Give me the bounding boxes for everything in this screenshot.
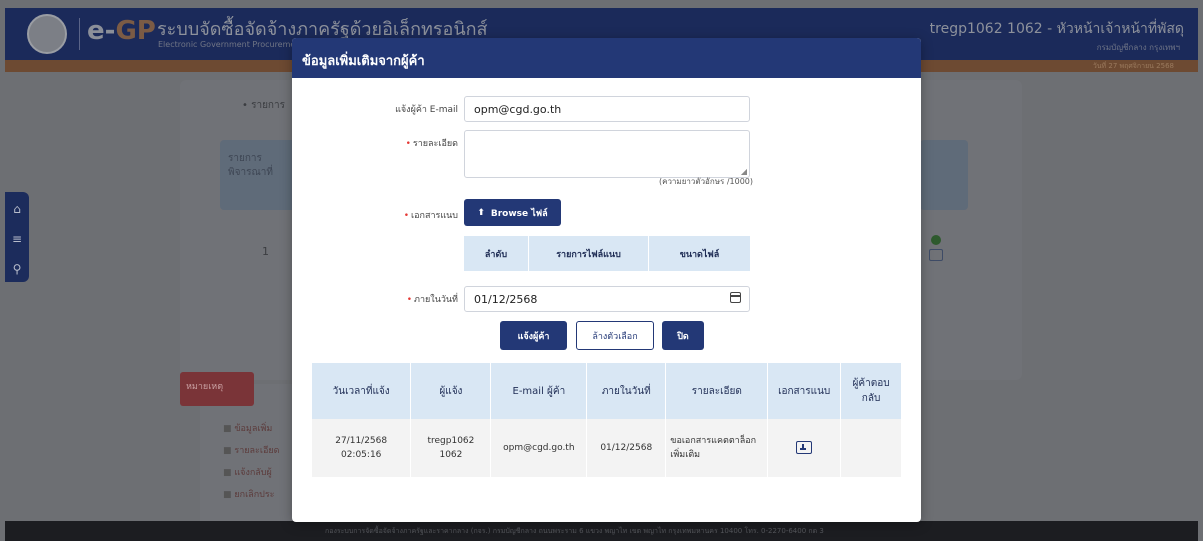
cell-vendor-reply xyxy=(840,419,901,477)
email-field[interactable]: opm@cgd.go.th xyxy=(464,96,750,122)
calendar-icon[interactable] xyxy=(730,292,741,303)
col-vendor-email: E-mail ผู้ค้า xyxy=(490,363,588,419)
col-vendor-reply: ผู้ค้าตอบกลับ xyxy=(840,363,901,419)
search-icon[interactable]: ⚲ xyxy=(5,256,29,282)
detail-textarea[interactable]: ◢ xyxy=(464,130,750,178)
cell-detail: ขอเอกสารแคตตาล็อกเพิ่มเติม xyxy=(665,419,769,477)
menu-icon[interactable]: ≡ xyxy=(5,226,29,252)
background-table-header-right xyxy=(920,140,968,210)
email-label: แจ้งผู้ค้า E-mail xyxy=(395,105,458,115)
cell-vendor-email: opm@cgd.go.th xyxy=(490,419,588,477)
col-datetime: วันเวลาที่แจ้ง xyxy=(312,363,412,419)
modal-title: ข้อมูลเพิ่มเติมจากผู้ค้า xyxy=(292,38,921,78)
side-nav: ⌂ ≡ ⚲ xyxy=(5,192,29,282)
upload-icon: ⬆ xyxy=(477,207,485,218)
detail-char-count: (ความยาวตัวอักษร /1000) xyxy=(658,177,753,186)
close-button[interactable]: ปิด xyxy=(662,321,704,350)
background-menu-item[interactable]: รายละเอียด xyxy=(223,440,279,462)
notify-vendor-button[interactable]: แจ้งผู้ค้า xyxy=(500,321,567,350)
col-detail: รายละเอียด xyxy=(665,363,769,419)
cell-within-date: 01/12/2568 xyxy=(586,419,667,477)
check-icon xyxy=(931,235,941,245)
col-attachment: เอกสารแนบ xyxy=(767,363,842,419)
file-table-col-files: รายการไฟล์แนบ xyxy=(529,236,649,271)
detail-label: • รายละเอียด xyxy=(405,139,458,149)
remarks-tab[interactable]: หมายเหตุ xyxy=(180,372,254,406)
user-name[interactable]: tregp1062 1062 - หัวหน้าเจ้าหน้าที่พัสดุ xyxy=(930,18,1184,40)
page-footer: กองระบบการจัดซื้อจัดจ้างภาครัฐและราคากลา… xyxy=(5,521,1198,541)
notification-history-table: วันเวลาที่แจ้ง ผู้แจ้ง E-mail ผู้ค้า ภาย… xyxy=(312,363,901,477)
background-menu-item[interactable]: ยกเลิกประ xyxy=(223,484,280,506)
current-date: วันที่ 27 พฤศจิกายน 2568 xyxy=(1092,62,1174,70)
background-row-number: 1 xyxy=(262,245,269,258)
within-date-value: 01/12/2568 xyxy=(474,292,538,306)
background-menu: ข้อมูลเพิ่ม รายละเอียด แจ้งกลับผู้ ยกเลิ… xyxy=(223,418,280,506)
egp-logo: e-GP xyxy=(87,16,156,46)
header-divider xyxy=(79,18,80,50)
browse-file-button[interactable]: ⬆ Browse ไฟล์ xyxy=(464,199,561,226)
file-table-col-size: ขนาดไฟล์ xyxy=(679,249,720,260)
attachment-label: • เอกสารแนบ xyxy=(403,211,458,221)
background-menu-item[interactable]: ข้อมูลเพิ่ม xyxy=(223,418,280,440)
browse-file-label: Browse ไฟล์ xyxy=(490,208,548,219)
clear-selection-button[interactable]: ล้างตัวเลือก xyxy=(576,321,654,350)
table-row: 27/11/2568 02:05:16 tregp1062 1062 opm@c… xyxy=(312,419,901,477)
background-table-header: รายการพิจารณาที่ xyxy=(220,140,295,210)
background-menu-item[interactable]: แจ้งกลับผู้ xyxy=(223,462,280,484)
within-date-field[interactable]: 01/12/2568 xyxy=(464,286,750,312)
home-icon[interactable]: ⌂ xyxy=(5,196,29,222)
background-download-icon xyxy=(929,249,943,261)
user-department: กรมบัญชีกลาง กรุงเทพฯ xyxy=(1096,43,1180,52)
footer-text: กองระบบการจัดซื้อจัดจ้างภาครัฐและราคากลา… xyxy=(325,527,824,535)
cell-datetime: 27/11/2568 02:05:16 xyxy=(312,419,412,477)
col-informer: ผู้แจ้ง xyxy=(410,363,492,419)
background-list-item: • รายการ xyxy=(242,100,285,111)
file-table-col-index: ลำดับ xyxy=(464,236,529,271)
system-subname: Electronic Government Procurement xyxy=(158,40,304,49)
cell-attachment xyxy=(767,419,842,477)
cell-informer: tregp1062 1062 xyxy=(410,419,492,477)
vendor-info-modal: ข้อมูลเพิ่มเติมจากผู้ค้า แจ้งผู้ค้า E-ma… xyxy=(292,38,921,522)
within-date-label: • ภายในวันที่ xyxy=(406,295,458,305)
government-seal-icon xyxy=(27,14,67,54)
file-table-header: ลำดับ รายการไฟล์แนบ ขนาดไฟล์ xyxy=(464,236,750,271)
download-icon[interactable] xyxy=(796,441,813,454)
col-within-date: ภายในวันที่ xyxy=(586,363,667,419)
